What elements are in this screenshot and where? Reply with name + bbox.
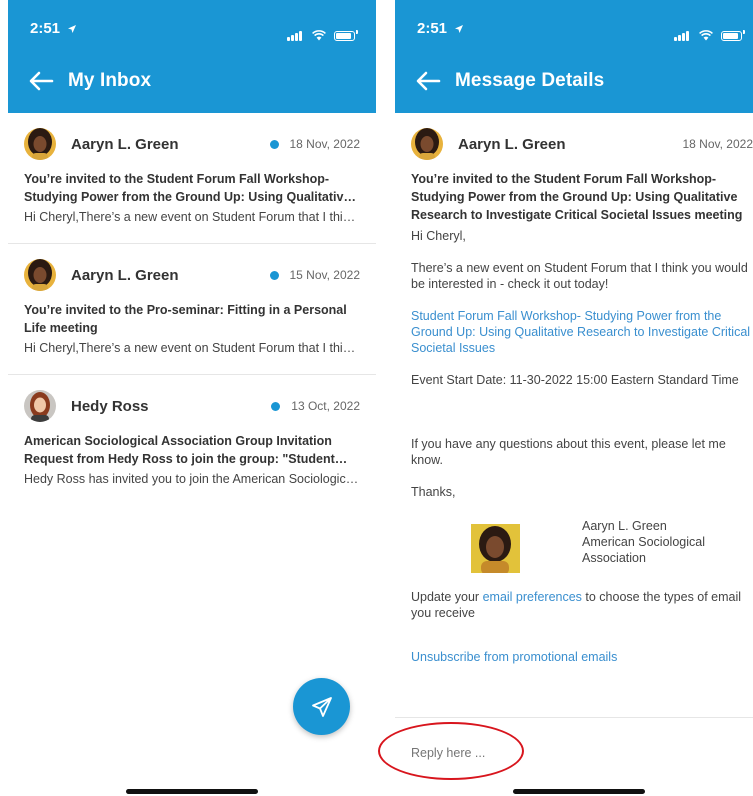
avatar: [411, 128, 443, 160]
signature-photo: [471, 524, 520, 573]
send-icon: [311, 696, 332, 717]
message-preview: Hi Cheryl,There’s a new event on Student…: [24, 341, 360, 355]
page-title: My Inbox: [68, 70, 152, 91]
home-indicator: [513, 789, 645, 794]
status-time: 2:51: [417, 20, 448, 37]
message-subject: You’re invited to the Student Forum Fall…: [411, 172, 743, 222]
battery-icon: [721, 31, 742, 41]
message-date: 15 Nov, 2022: [289, 268, 361, 282]
status-bar: 2:51: [417, 20, 745, 41]
avatar: [24, 259, 56, 291]
message-item[interactable]: Hedy Ross 13 Oct, 2022 American Sociolog…: [8, 375, 376, 506]
update-preferences-text: Update your email preferences to choose …: [411, 589, 753, 621]
email-preferences-link[interactable]: email preferences: [483, 590, 582, 604]
signature-name: Aaryn L. Green: [582, 519, 667, 533]
signal-icon: [287, 23, 307, 41]
signature-org: American Sociological Association: [582, 535, 705, 565]
message-preview: Hi Cheryl,There’s a new event on Student…: [24, 210, 360, 224]
unread-dot: [269, 270, 279, 280]
avatar: [24, 128, 56, 160]
message-list: Aaryn L. Green 18 Nov, 2022 You’re invit…: [8, 113, 376, 506]
location-arrow-icon: [68, 25, 77, 33]
app-bar: 2:51 Message Details: [395, 0, 753, 113]
message-date: 18 Nov, 2022: [682, 137, 753, 151]
back-arrow-icon[interactable]: [28, 70, 54, 92]
signature: Aaryn L. Green American Sociological Ass…: [471, 519, 753, 573]
message-item[interactable]: Aaryn L. Green 18 Nov, 2022 You’re invit…: [8, 113, 376, 244]
message-item[interactable]: Aaryn L. Green 15 Nov, 2022 You’re invit…: [8, 244, 376, 375]
thanks-text: Thanks,: [411, 485, 456, 499]
message-date: 13 Oct, 2022: [291, 399, 360, 413]
compose-button[interactable]: [293, 678, 350, 735]
sender-name: Aaryn L. Green: [71, 135, 179, 153]
battery-icon: [334, 31, 355, 41]
reply-bar: [395, 717, 753, 787]
signal-icon: [674, 23, 694, 41]
wifi-icon: [311, 30, 326, 41]
message-subject: American Sociological Association Group …: [24, 434, 335, 466]
unread-dot: [269, 139, 279, 149]
unsubscribe-link[interactable]: Unsubscribe from promotional emails: [411, 649, 753, 665]
message-date: 18 Nov, 2022: [289, 137, 361, 151]
back-arrow-icon[interactable]: [415, 70, 441, 92]
message-subject: You’re invited to the Student Forum Fall…: [24, 172, 351, 204]
message-preview: Hedy Ross has invited you to join the Am…: [24, 472, 360, 486]
event-link[interactable]: Student Forum Fall Workshop- Studying Po…: [411, 308, 753, 356]
intro-text: There’s a new event on Student Forum tha…: [411, 261, 748, 291]
sender-name: Aaryn L. Green: [458, 135, 566, 153]
message-body: Aaryn L. Green 18 Nov, 2022 You’re invit…: [395, 113, 753, 665]
reply-input[interactable]: [411, 746, 711, 760]
message-details-screen: 2:51 Message Details Aaryn L. Green 18 N…: [395, 0, 753, 796]
avatar: [24, 390, 56, 422]
inbox-screen: 2:51 My Inbox Aaryn L. Green 18 Nov, 202…: [8, 0, 376, 796]
status-time: 2:51: [30, 20, 61, 37]
questions-text: If you have any questions about this eve…: [411, 437, 726, 467]
page-title: Message Details: [455, 70, 605, 91]
home-indicator: [126, 789, 258, 794]
update-prefix: Update your: [411, 590, 483, 604]
unread-dot: [271, 401, 281, 411]
event-start-date: Event Start Date: 11-30-2022 15:00 Easte…: [411, 373, 739, 387]
wifi-icon: [698, 30, 713, 41]
app-bar: 2:51 My Inbox: [8, 0, 376, 113]
sender-name: Hedy Ross: [71, 397, 149, 415]
message-subject: You’re invited to the Pro-seminar: Fitti…: [24, 303, 347, 335]
location-arrow-icon: [455, 25, 464, 33]
status-bar: 2:51: [30, 20, 358, 41]
greeting: Hi Cheryl,: [411, 229, 466, 243]
sender-name: Aaryn L. Green: [71, 266, 179, 284]
